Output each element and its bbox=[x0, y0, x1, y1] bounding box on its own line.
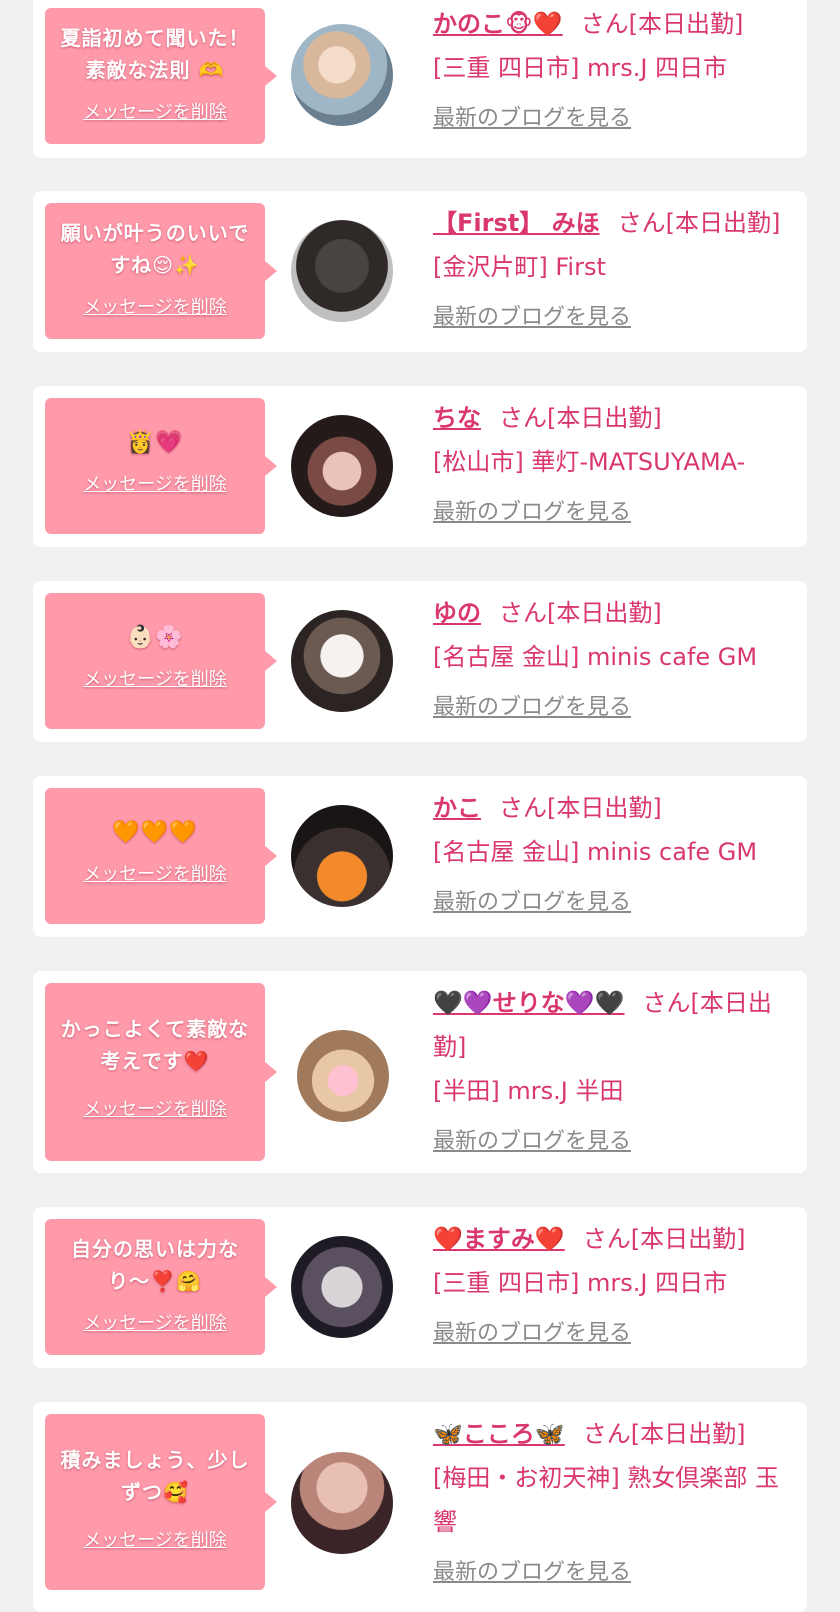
delete-message-button[interactable]: メッセージを削除 bbox=[83, 665, 227, 691]
shop-text: [名古屋 金山] minis cafe GM bbox=[433, 838, 758, 866]
view-blog-link[interactable]: 最新のブログを見る bbox=[433, 299, 631, 331]
profile-info: 【First】 みほ さん[本日出勤] [金沢片町] First 最新のブログを見… bbox=[433, 201, 793, 331]
message-text: 積みましょう、少しずつ🥰 bbox=[60, 1448, 250, 1504]
avatar[interactable] bbox=[291, 610, 393, 712]
avatar[interactable] bbox=[291, 1452, 393, 1554]
message-bubble: 👸💗 メッセージを削除 bbox=[45, 398, 277, 534]
girl-name-link[interactable]: ゆの bbox=[433, 599, 481, 627]
avatar[interactable] bbox=[291, 24, 393, 126]
view-blog-link[interactable]: 最新のブログを見る bbox=[433, 689, 631, 721]
avatar[interactable] bbox=[297, 1030, 389, 1122]
status-text: さん[本日出勤] bbox=[499, 794, 662, 822]
profile-info: 🖤💜せりな💜🖤 さん[本日出勤] [半田] mrs.J 半田 最新のブログを見る bbox=[433, 981, 793, 1155]
message-text: 自分の思いは力なり〜❣️🤗 bbox=[71, 1237, 239, 1293]
message-card: 願いが叶うのいいですね😌✨ メッセージを削除 【First】 みほ さん[本日出勤… bbox=[33, 191, 807, 352]
delete-message-button[interactable]: メッセージを削除 bbox=[83, 98, 227, 124]
view-blog-link[interactable]: 最新のブログを見る bbox=[433, 100, 631, 132]
delete-message-button[interactable]: メッセージを削除 bbox=[83, 470, 227, 496]
shop-text: [名古屋 金山] minis cafe GM bbox=[433, 643, 758, 671]
avatar[interactable] bbox=[291, 415, 393, 517]
status-text: さん[本日出勤] bbox=[499, 599, 662, 627]
message-card: 夏詣初めて聞いた！素敵な法則 🫶 メッセージを削除 かのこ🐵❤️ さん[本日出勤]… bbox=[33, 0, 807, 158]
girl-name-link[interactable]: 🖤💜せりな💜🖤 bbox=[433, 989, 625, 1017]
avatar[interactable] bbox=[291, 1236, 393, 1338]
message-list: 夏詣初めて聞いた！素敵な法則 🫶 メッセージを削除 かのこ🐵❤️ さん[本日出勤]… bbox=[0, 0, 840, 1612]
message-bubble: かっこよくて素敵な考えです❤️ メッセージを削除 bbox=[45, 983, 277, 1161]
message-bubble: 願いが叶うのいいですね😌✨ メッセージを削除 bbox=[45, 203, 277, 339]
status-text: さん[本日出勤] bbox=[582, 1420, 746, 1448]
message-card: 👶🏻🌸 メッセージを削除 ゆの さん[本日出勤] [名古屋 金山] minis c… bbox=[33, 581, 807, 742]
delete-message-button[interactable]: メッセージを削除 bbox=[83, 1526, 227, 1552]
view-blog-link[interactable]: 最新のブログを見る bbox=[433, 1554, 631, 1586]
shop-text: [松山市] 華灯-MATSUYAMA- bbox=[433, 448, 746, 476]
profile-info: かのこ🐵❤️ さん[本日出勤] [三重 四日市] mrs.J 四日市 最新のブログ… bbox=[433, 2, 793, 132]
message-bubble: 🧡🧡🧡 メッセージを削除 bbox=[45, 788, 277, 924]
shop-text: [三重 四日市] mrs.J 四日市 bbox=[433, 54, 728, 82]
message-bubble: 👶🏻🌸 メッセージを削除 bbox=[45, 593, 277, 729]
girl-name-link[interactable]: かこ bbox=[433, 794, 481, 822]
girl-name-link[interactable]: ちな bbox=[433, 404, 481, 432]
avatar[interactable] bbox=[291, 805, 393, 907]
profile-info: ちな さん[本日出勤] [松山市] 華灯-MATSUYAMA- 最新のブログを見る bbox=[433, 396, 793, 526]
delete-message-button[interactable]: メッセージを削除 bbox=[83, 293, 227, 319]
status-text: さん[本日出勤] bbox=[582, 1225, 746, 1253]
view-blog-link[interactable]: 最新のブログを見る bbox=[433, 494, 631, 526]
message-bubble: 夏詣初めて聞いた！素敵な法則 🫶 メッセージを削除 bbox=[45, 8, 277, 144]
shop-text: [金沢片町] First bbox=[433, 253, 606, 281]
message-text: 🧡🧡🧡 bbox=[112, 820, 198, 845]
message-card: 積みましょう、少しずつ🥰 メッセージを削除 🦋こころ🦋 さん[本日出勤] [梅田・… bbox=[33, 1402, 807, 1612]
status-text: さん[本日出勤] bbox=[499, 404, 662, 432]
status-text: さん[本日出勤] bbox=[617, 209, 781, 237]
message-text: 夏詣初めて聞いた！素敵な法則 🫶 bbox=[60, 26, 250, 82]
girl-name-link[interactable]: ❤️ますみ❤️ bbox=[433, 1225, 565, 1253]
girl-name-link[interactable]: かのこ🐵❤️ bbox=[433, 10, 563, 38]
avatar[interactable] bbox=[291, 220, 393, 322]
view-blog-link[interactable]: 最新のブログを見る bbox=[433, 1123, 631, 1155]
shop-text: [三重 四日市] mrs.J 四日市 bbox=[433, 1269, 728, 1297]
message-text: 👸💗 bbox=[126, 430, 184, 455]
status-text: さん[本日出勤] bbox=[580, 10, 744, 38]
profile-info: かこ さん[本日出勤] [名古屋 金山] minis cafe GM 最新のブログ… bbox=[433, 786, 793, 916]
message-card: 🧡🧡🧡 メッセージを削除 かこ さん[本日出勤] [名古屋 金山] minis c… bbox=[33, 776, 807, 937]
profile-info: ❤️ますみ❤️ さん[本日出勤] [三重 四日市] mrs.J 四日市 最新のブロ… bbox=[433, 1217, 793, 1347]
delete-message-button[interactable]: メッセージを削除 bbox=[83, 1095, 227, 1121]
profile-info: 🦋こころ🦋 さん[本日出勤] [梅田・お初天神] 熟女倶楽部 玉響 最新のブログを… bbox=[433, 1412, 793, 1586]
message-bubble: 自分の思いは力なり〜❣️🤗 メッセージを削除 bbox=[45, 1219, 277, 1355]
girl-name-link[interactable]: 【First】 みほ bbox=[433, 209, 600, 237]
delete-message-button[interactable]: メッセージを削除 bbox=[83, 860, 227, 886]
message-text: 願いが叶うのいいですね😌✨ bbox=[60, 221, 250, 277]
message-card: 自分の思いは力なり〜❣️🤗 メッセージを削除 ❤️ますみ❤️ さん[本日出勤] [… bbox=[33, 1207, 807, 1368]
view-blog-link[interactable]: 最新のブログを見る bbox=[433, 884, 631, 916]
message-text: かっこよくて素敵な考えです❤️ bbox=[60, 1017, 250, 1073]
delete-message-button[interactable]: メッセージを削除 bbox=[83, 1309, 227, 1335]
view-blog-link[interactable]: 最新のブログを見る bbox=[433, 1315, 631, 1347]
profile-info: ゆの さん[本日出勤] [名古屋 金山] minis cafe GM 最新のブログ… bbox=[433, 591, 793, 721]
shop-text: [半田] mrs.J 半田 bbox=[433, 1077, 624, 1105]
message-bubble: 積みましょう、少しずつ🥰 メッセージを削除 bbox=[45, 1414, 277, 1590]
message-card: かっこよくて素敵な考えです❤️ メッセージを削除 🖤💜せりな💜🖤 さん[本日出勤]… bbox=[33, 971, 807, 1173]
message-text: 👶🏻🌸 bbox=[126, 625, 184, 650]
girl-name-link[interactable]: 🦋こころ🦋 bbox=[433, 1420, 565, 1448]
shop-text: [梅田・お初天神] 熟女倶楽部 玉響 bbox=[433, 1464, 779, 1536]
message-card: 👸💗 メッセージを削除 ちな さん[本日出勤] [松山市] 華灯-MATSUYAM… bbox=[33, 386, 807, 547]
